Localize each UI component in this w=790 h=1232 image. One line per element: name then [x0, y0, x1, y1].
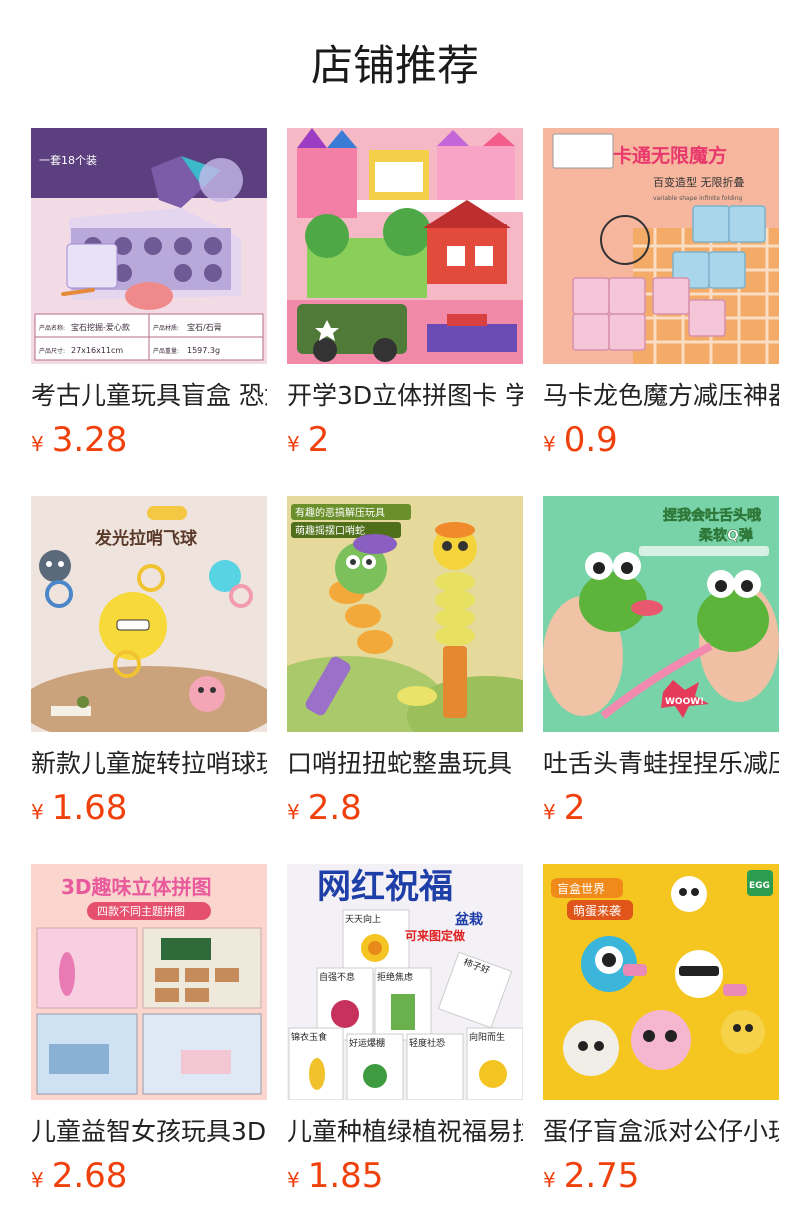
product-price: ¥1.85 [287, 1156, 383, 1196]
img-text-headline: 捏我会吐舌头哦 [663, 507, 761, 524]
img-text-headline: 网红祝福 [317, 867, 453, 907]
product-card[interactable]: 有趣的恶搞解压玩具 萌趣摇摆口哨蛇 口哨扭扭蛇整蛊玩具 ¥ 2.8 [287, 496, 523, 836]
product-name[interactable]: 吐舌头青蛙捏捏乐减压 [543, 748, 779, 780]
shop-recommendations-page: 店铺推荐 一套18个装 产品名称: 宝石挖掘-爱心款 产品材质: 宝石/石膏 产… [0, 0, 790, 1232]
img-text-sub: 柔软Q弹 [698, 527, 753, 544]
img-text-headline: 盲盒世界 [557, 881, 605, 896]
section-title: 店铺推荐 [310, 41, 479, 90]
currency-symbol: ¥ [287, 1168, 300, 1192]
product-image-3d-puzzle-card[interactable] [287, 128, 523, 364]
img-text-headline: 卡通无限魔方 [613, 144, 727, 167]
img-text-can-8: 向阳而生 [469, 1031, 505, 1043]
price-value: 1.85 [307, 1156, 384, 1196]
img-text-sub: 四款不同主题拼图 [97, 904, 185, 918]
img-text-custom: 可来图定做 [405, 928, 466, 943]
product-name[interactable]: 考古儿童玩具盲盒 恐龙化石挖掘 [31, 380, 267, 412]
img-text-sub: 百变造型 无限折叠 [653, 175, 745, 189]
img-text-sub: 萌蛋来袭 [573, 903, 621, 918]
img-text-can-2: 自强不息 [319, 971, 355, 983]
product-price: ¥2 [287, 420, 329, 460]
img-text-en: variable shape infinite folding [653, 195, 743, 202]
img-text-can-1: 天天向上 [345, 913, 381, 925]
price-value: 2.68 [51, 1156, 128, 1196]
currency-symbol: ¥ [543, 1168, 556, 1192]
product-card[interactable]: 捏我会吐舌头哦 柔软Q弹 WOOW! 吐舌头青蛙捏捏乐减压 ¥2 [543, 496, 779, 836]
product-name[interactable]: 儿童益智女孩玩具3D立体拼图 [31, 1116, 267, 1148]
product-card[interactable]: 一套18个装 产品名称: 宝石挖掘-爱心款 产品材质: 宝石/石膏 产品尺寸: … [31, 128, 267, 468]
product-name[interactable]: 新款儿童旋转拉哨球玩具 [31, 748, 267, 780]
price-value: 2 [307, 420, 330, 460]
price-value: 2.8 [307, 788, 362, 828]
img-text-headline: 萌趣摇摆口哨蛇 [295, 524, 365, 537]
img-text-label-material: 产品材质: [153, 324, 179, 332]
price-value: 2.75 [563, 1156, 640, 1196]
product-price: ¥2.8 [287, 788, 362, 828]
img-text-potted: 盆栽 [454, 911, 483, 928]
product-card[interactable]: 盲盒世界 萌蛋来袭 EGG 蛋仔盲盒派对公仔小 ¥ 2.75 [543, 864, 779, 1204]
img-text-headline: 发光拉哨飞球 [94, 528, 198, 549]
currency-symbol: ¥ [31, 800, 44, 824]
currency-symbol: ¥ [543, 432, 556, 456]
product-name[interactable]: 蛋仔盲盒派对公仔小玩具 [543, 1116, 779, 1148]
currency-symbol: ¥ [287, 800, 300, 824]
img-text-can-3: 拒绝焦虑 [377, 971, 413, 983]
product-image-egg-blind-box[interactable]: 盲盒世界 萌蛋来袭 EGG [543, 864, 779, 1100]
product-image-tongue-frog[interactable]: 捏我会吐舌头哦 柔软Q弹 WOOW! [543, 496, 779, 732]
product-name[interactable]: 开学3D立体拼图卡 学生奖励 [287, 380, 523, 412]
product-image-dig-kit[interactable]: 一套18个装 产品名称: 宝石挖掘-爱心款 产品材质: 宝石/石膏 产品尺寸: … [31, 128, 267, 364]
img-text-can-7: 轻度社恐 [409, 1037, 445, 1049]
product-price: ¥2.68 [31, 1156, 127, 1196]
currency-symbol: ¥ [31, 432, 44, 456]
img-text-value-name: 宝石挖掘-爱心款 [71, 322, 130, 332]
product-name[interactable]: 儿童种植绿植祝福易拉罐盆栽 [287, 1116, 523, 1148]
img-text-label-name: 产品名称: [39, 324, 65, 332]
product-price: ¥1.68 [31, 788, 127, 828]
price-value: 3.28 [51, 420, 128, 460]
currency-symbol: ¥ [543, 800, 556, 824]
img-text-label-weight: 产品重量: [153, 347, 179, 355]
img-text-value-size: 27x16x11cm [71, 346, 123, 355]
currency-symbol: ¥ [287, 432, 300, 456]
img-text-label-size: 产品尺寸: [39, 347, 65, 355]
product-name[interactable]: 口哨扭扭蛇整蛊玩具 [287, 748, 523, 780]
product-card[interactable]: 网红祝福 盆栽 天天向上 可来图定做 自强不息 拒绝焦虑 柿子好 锦衣玉食 好运… [287, 864, 523, 1204]
currency-symbol: ¥ [31, 1168, 44, 1192]
img-text-can-5: 锦衣玉食 [291, 1031, 327, 1043]
img-text-can-6: 好运爆棚 [349, 1037, 385, 1049]
price-value: 2 [563, 788, 586, 828]
img-text-value-material: 宝石/石膏 [187, 322, 222, 332]
product-image-whistle-snake[interactable]: 有趣的恶搞解压玩具 萌趣摇摆口哨蛇 [287, 496, 523, 732]
product-image-whistle-ball[interactable]: 发光拉哨飞球 [31, 496, 267, 732]
img-text-value-weight: 1597.3g [187, 346, 220, 355]
product-price: ¥3.28 [31, 420, 127, 460]
price-value: 1.68 [51, 788, 128, 828]
img-text-badge: WOOW! [665, 697, 704, 707]
product-image-can-plant[interactable]: 网红祝福 盆栽 天天向上 可来图定做 自强不息 拒绝焦虑 柿子好 锦衣玉食 好运… [287, 864, 523, 1100]
product-card[interactable]: 开学3D立体拼图卡 学生奖励 ¥2 [287, 128, 523, 468]
price-value: 0.9 [563, 420, 618, 460]
img-text-set-count: 一套18个装 [39, 154, 97, 167]
product-card[interactable]: 3D趣味立体拼图 四款不同主题拼图 儿童益智女孩玩具3D立体拼图 ¥2.68 [31, 864, 267, 1204]
product-name[interactable]: 马卡龙色魔方减压神器 [543, 380, 779, 412]
product-card[interactable]: 发光拉哨飞球 新款儿童旋转拉哨球玩具 ¥1.68 [31, 496, 267, 836]
product-price: ¥2.75 [543, 1156, 639, 1196]
product-image-infinity-cube[interactable]: 卡通无限魔方 百变造型 无限折叠 variable shape infinite… [543, 128, 779, 364]
product-image-3d-room-puzzle[interactable]: 3D趣味立体拼图 四款不同主题拼图 [31, 864, 267, 1100]
product-card[interactable]: 卡通无限魔方 百变造型 无限折叠 variable shape infinite… [543, 128, 779, 468]
product-price: ¥2 [543, 788, 585, 828]
img-text-sub: 有趣的恶搞解压玩具 [295, 506, 385, 519]
img-text-logo: EGG [749, 881, 770, 891]
product-price: ¥0.9 [543, 420, 618, 460]
img-text-headline: 3D趣味立体拼图 [61, 875, 212, 899]
